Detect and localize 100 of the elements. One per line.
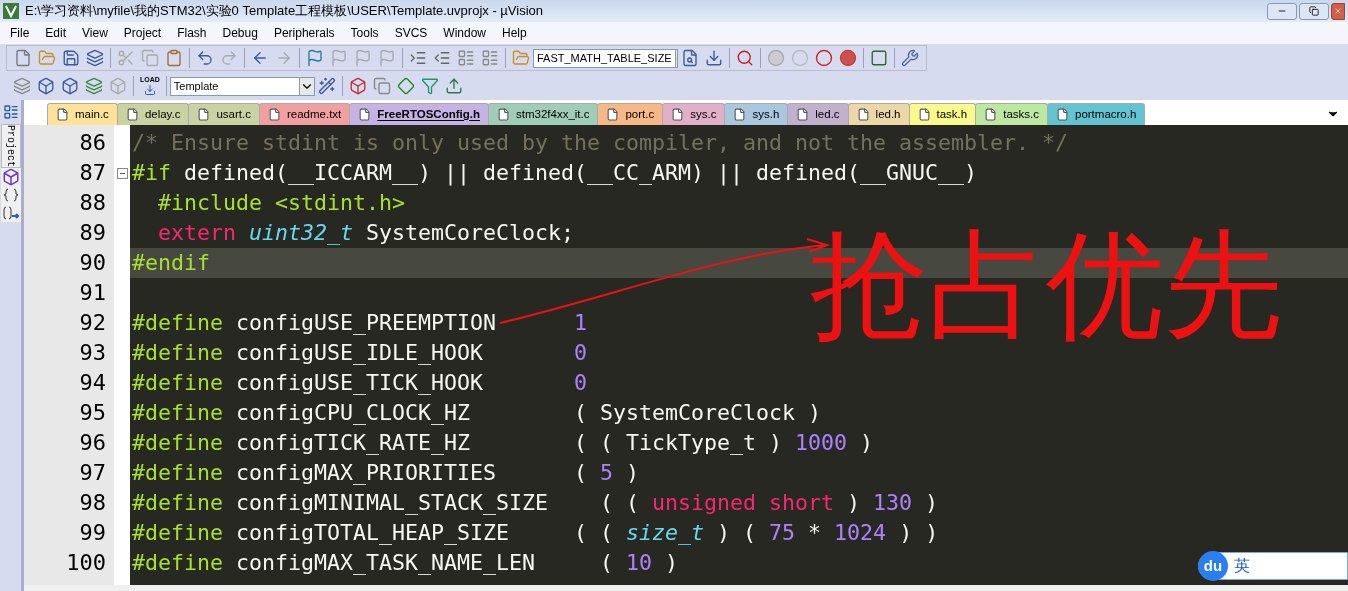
file-icon: [1056, 107, 1069, 122]
functions-icon[interactable]: [0, 186, 21, 204]
minimize-button[interactable]: [1267, 2, 1297, 20]
file-icon: [796, 107, 810, 122]
file-icon: [671, 107, 685, 122]
save-icon[interactable]: [62, 49, 80, 67]
menu-item[interactable]: Help: [494, 24, 535, 42]
line-number: 92: [79, 309, 106, 337]
file-tab[interactable]: stm32f4xx_it.c: [487, 103, 599, 125]
file-icon: [358, 107, 372, 122]
file-tab[interactable]: led.c: [787, 103, 849, 125]
file-tab[interactable]: main.c: [47, 103, 118, 125]
download-arrow-icon[interactable]: [142, 84, 157, 96]
line-number: 98: [79, 489, 106, 517]
menu-item[interactable]: Window: [435, 24, 494, 42]
indent-icon[interactable]: [409, 49, 427, 67]
symbol-dropdown[interactable]: FAST_MATH_TABLE_SIZE: [533, 48, 678, 68]
project-tab[interactable]: Project: [0, 124, 21, 168]
file-icon: [733, 107, 747, 122]
file-tab[interactable]: tasks.c: [975, 103, 1048, 125]
menu-item[interactable]: Tools: [342, 24, 387, 42]
close-button[interactable]: [1331, 2, 1345, 20]
handwritten-note: 抢占优先: [810, 218, 1282, 353]
new-file-icon[interactable]: [14, 49, 32, 67]
code-line: #define configUSE_TICK_HOOK 0: [131, 369, 589, 397]
file-icon: [856, 107, 870, 122]
target-dropdown[interactable]: Template: [169, 76, 315, 96]
settings-icon[interactable]: [901, 49, 919, 67]
file-tab[interactable]: sys.c: [662, 103, 726, 125]
line-number: 90: [79, 249, 106, 277]
line-number: 89: [79, 219, 106, 247]
code-line: #define configMINIMAL_STACK_SIZE ( ( unsigned short ) 130 ): [131, 489, 940, 517]
menu-item[interactable]: SVCS: [386, 24, 436, 42]
line-number: 99: [79, 519, 106, 547]
file-icon: [917, 107, 931, 122]
code-line: #define configTICK_RATE_HZ ( ( TickType_t ) 1000 ): [131, 429, 875, 457]
code-line: #include <stdint.h>: [157, 189, 406, 217]
file-icon: [125, 107, 139, 122]
window-title: E:\学习资料\myfile\我的STM32\实验0 Template工程模板\USER\Template.uvprojx - µVision: [25, 2, 544, 21]
code-line: #define configTOTAL_HEAP_SIZE ( ( size_t ) ( 75 * 1024 ) ): [131, 519, 940, 547]
filter-icon[interactable]: [420, 77, 439, 95]
code-line: #define configCPU_CLOCK_HZ ( SystemCoreClock ): [131, 399, 823, 427]
file-icon: [197, 107, 211, 122]
undo-icon[interactable]: [196, 49, 214, 67]
file-icon: [606, 107, 620, 122]
file-icon: [268, 107, 281, 122]
find-icon[interactable]: [681, 49, 699, 67]
code-line: #define configUSE_IDLE_HOOK 0: [131, 339, 589, 367]
restore-button[interactable]: [1299, 2, 1329, 20]
project-window-icon[interactable]: [2, 104, 19, 120]
file-tab[interactable]: portmacro.h: [1047, 103, 1146, 125]
file-tab[interactable]: sys.h: [724, 103, 789, 125]
app-logo-icon: [3, 3, 19, 19]
magic-wand-icon[interactable]: [317, 77, 336, 95]
file-icon: [984, 107, 998, 122]
paste-icon[interactable]: [165, 49, 183, 67]
file-icon: [496, 107, 510, 122]
code-line: extern uint32_t SystemCoreClock;: [157, 219, 576, 247]
menu-item[interactable]: View: [74, 24, 116, 42]
window-layout-icon[interactable]: [870, 49, 888, 67]
find-in-files-icon[interactable]: [512, 49, 530, 67]
code-line: #if defined(__ICCARM__) || defined(__CC_ARM) || defined(__GNUC__): [131, 159, 979, 188]
file-tab[interactable]: delay.c: [116, 103, 190, 125]
line-number: 94: [79, 369, 106, 397]
bookmark-flag-icon[interactable]: [306, 49, 324, 67]
file-tab[interactable]: port.c: [597, 103, 664, 125]
menu-item[interactable]: Edit: [37, 24, 75, 42]
code-line: #define configMAX_TASK_NAME_LEN ( 10 ): [131, 549, 680, 577]
menu-item[interactable]: Peripherals: [265, 24, 343, 42]
debug-search-icon[interactable]: [736, 49, 754, 67]
templates-icon[interactable]: [0, 204, 21, 222]
line-number: 97: [79, 459, 106, 487]
ime-mode[interactable]: 英: [1234, 554, 1250, 578]
line-number: 86: [79, 129, 106, 157]
menu-item[interactable]: Debug: [214, 24, 266, 42]
breakpoint-icon[interactable]: [815, 49, 833, 67]
line-number: 93: [79, 339, 106, 367]
breakpoint-icon[interactable]: [839, 49, 857, 67]
line-number: 95: [79, 399, 106, 427]
menu-item[interactable]: Project: [115, 24, 170, 42]
line-number: 91: [79, 279, 106, 307]
file-tab[interactable]: task.h: [908, 103, 977, 125]
line-number: 88: [79, 189, 106, 217]
code-line: #define configMAX_PRIORITIES ( 5 ): [131, 459, 641, 487]
line-number: 96: [79, 429, 106, 457]
file-tab[interactable]: readme.txt: [259, 103, 351, 125]
menu-item[interactable]: File: [2, 24, 38, 42]
line-number: 87: [79, 159, 106, 187]
close-icon: [1334, 7, 1342, 15]
file-tab[interactable]: led.h: [847, 103, 910, 125]
file-icon: [56, 107, 69, 122]
code-line: #define configUSE_PREEMPTION 1: [131, 309, 589, 337]
file-tab[interactable]: FreeRTOSConfig.h: [349, 103, 489, 125]
file-tab[interactable]: usart.c: [188, 103, 260, 125]
folder-icon[interactable]: [38, 49, 56, 67]
outdent-icon[interactable]: [433, 49, 451, 67]
fold-toggle-icon[interactable]: [116, 167, 128, 179]
line-number: 100: [66, 549, 106, 577]
menu-item[interactable]: Flash: [169, 24, 215, 42]
restore-icon: [1309, 6, 1319, 16]
